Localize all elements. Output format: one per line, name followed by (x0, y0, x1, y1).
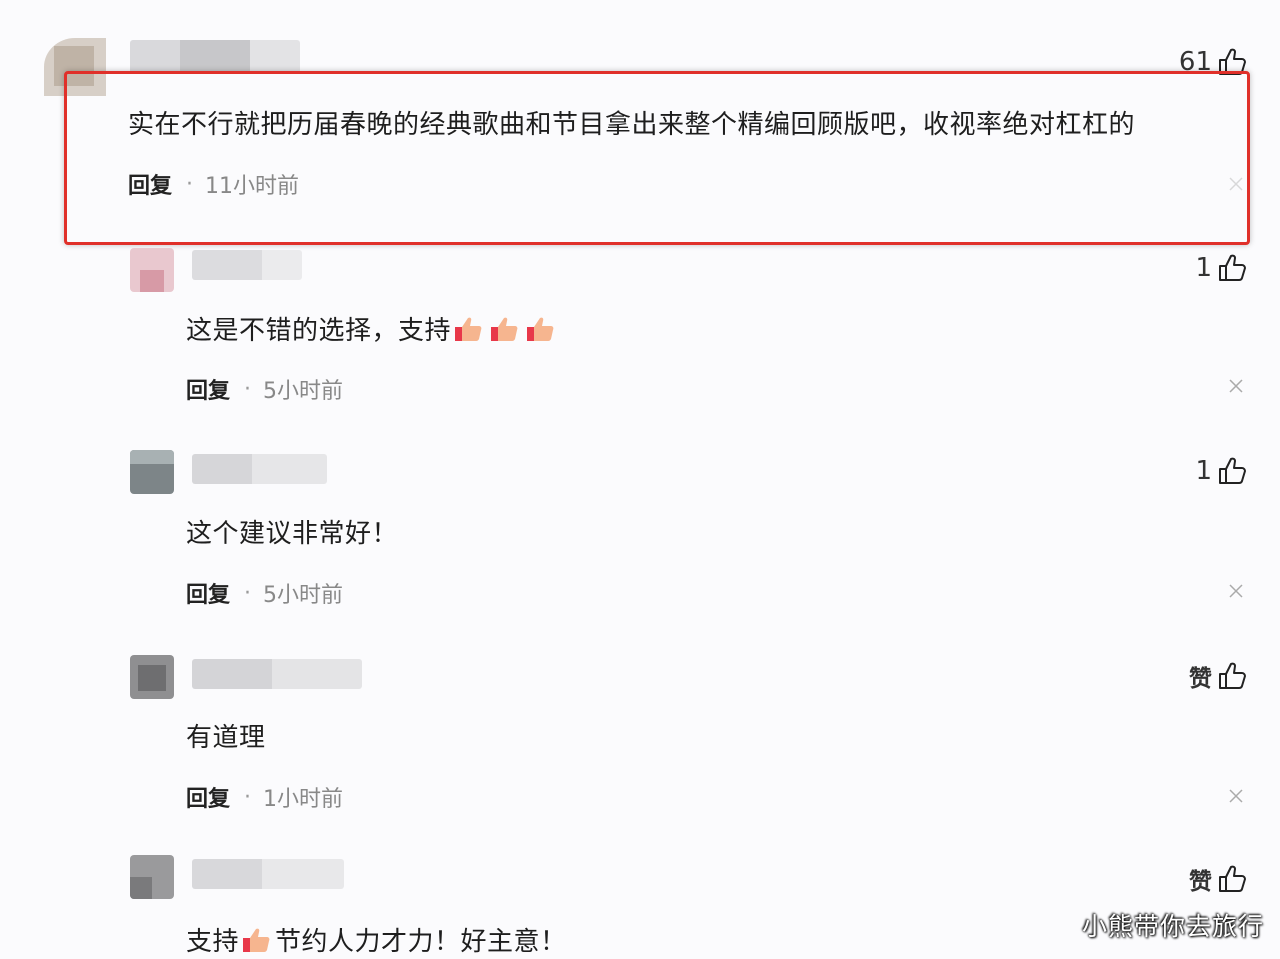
comment-meta: 回复 · 5小时前 (186, 373, 343, 405)
username-blurred[interactable] (130, 40, 300, 74)
comment-item: 赞 有道理 回复 · 1小时前 (0, 645, 1280, 845)
thumbs-up-icon (1219, 457, 1246, 484)
comment-text: 实在不行就把历届春晚的经典歌曲和节目拿出来整个精编回顾版吧，收视率绝对杠杠的 (128, 110, 1136, 140)
avatar[interactable] (130, 655, 174, 699)
comment-item: 61 实在不行就把历届春晚的经典歌曲和节目拿出来整个精编回顾版吧，收视率绝对杠杠… (0, 0, 1280, 240)
close-icon[interactable] (1228, 583, 1244, 599)
thumbs-up-emoji-icon (243, 928, 270, 952)
reply-button[interactable]: 回复 (186, 373, 230, 405)
thumbs-up-icon (1219, 254, 1246, 281)
comment-meta: 回复 · 1小时前 (186, 781, 343, 813)
reply-button[interactable]: 回复 (186, 781, 230, 813)
thumbs-up-emoji-icon (455, 317, 482, 341)
avatar[interactable] (130, 248, 174, 292)
thumbs-up-emoji-icon (527, 317, 554, 341)
avatar[interactable] (130, 855, 174, 899)
username-blurred[interactable] (192, 250, 302, 280)
like-button[interactable]: 1 (1195, 248, 1248, 288)
comment-text: 这个建议非常好！ (186, 519, 399, 549)
comment-text-content: 这是不错的选择，支持 (186, 316, 452, 346)
like-count: 61 (1178, 47, 1212, 77)
comment-time: 5小时前 (263, 379, 344, 404)
like-button[interactable]: 61 (1179, 42, 1248, 82)
comment-text-part: 节约人力才力！好主意！ (275, 927, 567, 957)
like-button[interactable]: 赞 (1189, 859, 1248, 899)
like-count: 1 (1195, 253, 1212, 283)
username-blurred[interactable] (192, 859, 344, 889)
separator-dot: · (186, 171, 194, 197)
close-icon[interactable] (1228, 176, 1244, 192)
thumbs-up-icon (1219, 48, 1246, 75)
reply-button[interactable]: 回复 (186, 577, 230, 609)
comment-text: 有道理 (186, 723, 266, 753)
reply-button[interactable]: 回复 (128, 168, 172, 200)
username-blurred[interactable] (192, 659, 362, 689)
separator-dot: · (244, 376, 252, 402)
comment-meta: 回复 · 5小时前 (186, 577, 343, 609)
comment-item: 1 这是不错的选择，支持 回复 · 5小时前 (0, 240, 1280, 440)
like-button[interactable]: 赞 (1189, 656, 1248, 696)
like-label: 赞 (1189, 869, 1212, 895)
close-icon[interactable] (1228, 378, 1244, 394)
like-count: 1 (1195, 456, 1212, 486)
watermark: 小熊带你去旅行 (1081, 912, 1264, 941)
comment-time: 1小时前 (263, 787, 344, 812)
separator-dot: · (244, 580, 252, 606)
separator-dot: · (244, 784, 252, 810)
comment-text: 支持 节约人力才力！好主意！ (186, 921, 567, 958)
comment-text: 这是不错的选择，支持 (186, 310, 559, 347)
like-label: 赞 (1189, 666, 1212, 692)
comment-item: 1 这个建议非常好！ 回复 · 5小时前 (0, 440, 1280, 645)
thumbs-up-icon (1219, 662, 1246, 689)
close-icon[interactable] (1228, 788, 1244, 804)
username-blurred[interactable] (192, 454, 327, 484)
comment-time: 5小时前 (263, 583, 344, 608)
comment-meta: 回复 · 11小时前 (128, 168, 299, 200)
avatar[interactable] (44, 38, 106, 96)
comment-time: 11小时前 (205, 174, 300, 199)
like-button[interactable]: 1 (1195, 451, 1248, 491)
comment-text-part: 支持 (186, 927, 240, 957)
thumbs-up-icon (1219, 865, 1246, 892)
avatar[interactable] (130, 450, 174, 494)
thumbs-up-emoji-icon (491, 317, 518, 341)
